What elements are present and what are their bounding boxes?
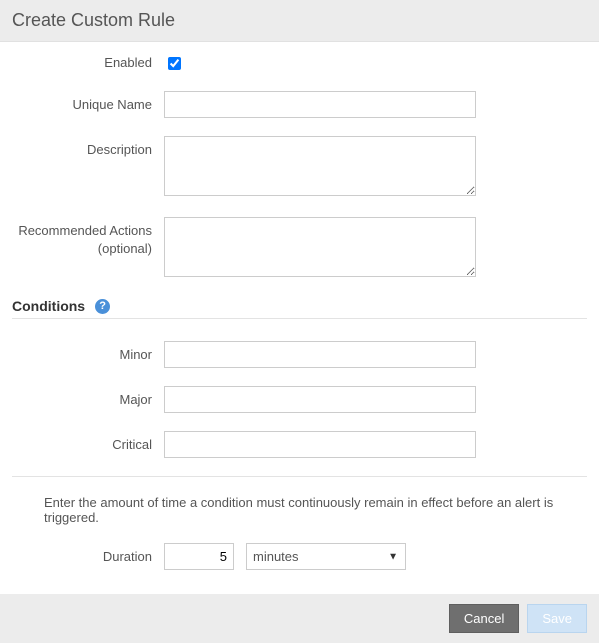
dialog-body: Enabled Unique Name Description Recommen… <box>0 42 599 570</box>
dialog-title: Create Custom Rule <box>12 10 587 31</box>
conditions-heading: Conditions ? <box>12 298 587 319</box>
row-minor: Minor <box>12 341 587 368</box>
row-description: Description <box>12 136 587 199</box>
minor-label: Minor <box>12 341 164 364</box>
duration-unit-select[interactable]: minutes <box>246 543 406 570</box>
row-critical: Critical <box>12 431 587 458</box>
enabled-label: Enabled <box>12 54 164 72</box>
enabled-checkbox[interactable] <box>168 57 181 70</box>
row-major: Major <box>12 386 587 413</box>
row-unique-name: Unique Name <box>12 91 587 118</box>
dialog-footer: Cancel Save <box>0 594 599 643</box>
major-label: Major <box>12 386 164 409</box>
description-textarea[interactable] <box>164 136 476 196</box>
cancel-button[interactable]: Cancel <box>449 604 519 633</box>
recommended-actions-textarea[interactable] <box>164 217 476 277</box>
duration-input[interactable] <box>164 543 234 570</box>
save-button[interactable]: Save <box>527 604 587 633</box>
divider <box>12 476 587 477</box>
help-icon[interactable]: ? <box>95 299 110 314</box>
duration-unit-wrap: minutes ▼ <box>246 543 406 570</box>
recommended-actions-label: Recommended Actions (optional) <box>12 217 164 257</box>
unique-name-input[interactable] <box>164 91 476 118</box>
conditions-heading-text: Conditions <box>12 298 85 314</box>
major-input[interactable] <box>164 386 476 413</box>
critical-label: Critical <box>12 431 164 454</box>
duration-label: Duration <box>12 549 164 564</box>
row-duration: Duration minutes ▼ <box>12 543 587 570</box>
description-label: Description <box>12 136 164 159</box>
row-enabled: Enabled <box>12 54 587 73</box>
duration-hint: Enter the amount of time a condition mus… <box>44 495 587 525</box>
unique-name-label: Unique Name <box>12 91 164 114</box>
critical-input[interactable] <box>164 431 476 458</box>
row-recommended-actions: Recommended Actions (optional) <box>12 217 587 280</box>
minor-input[interactable] <box>164 341 476 368</box>
dialog-header: Create Custom Rule <box>0 0 599 42</box>
